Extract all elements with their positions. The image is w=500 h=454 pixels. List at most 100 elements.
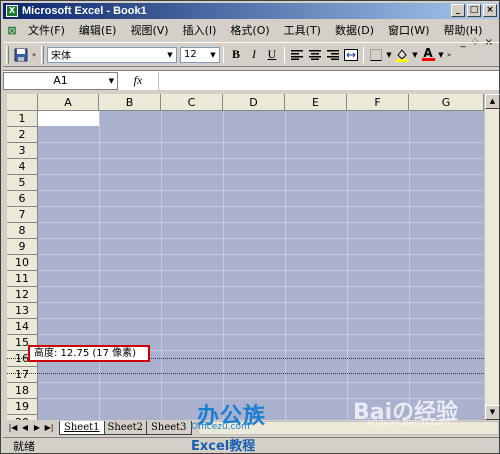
chevron-down-icon[interactable]: ▼ <box>109 77 114 85</box>
menu-format[interactable]: 格式(O) <box>223 22 276 38</box>
window-title: Microsoft Excel - Book1 <box>22 5 147 17</box>
row-header[interactable]: 17 <box>7 367 38 383</box>
row-header[interactable]: 2 <box>7 127 38 143</box>
chevron-down-icon[interactable]: ▼ <box>165 49 175 61</box>
tab-sheet2[interactable]: Sheet2 <box>102 421 149 435</box>
italic-button[interactable]: I <box>245 46 263 64</box>
column-header-g[interactable]: G <box>409 94 484 111</box>
row-header[interactable]: 8 <box>7 223 38 239</box>
gridline <box>38 334 484 335</box>
row-header[interactable]: 7 <box>7 207 38 223</box>
formatting-toolbar: » 宋体 ▼ 12 ▼ B I U ▼ ▼ A ▼ » <box>3 42 499 67</box>
bold-button[interactable]: B <box>227 46 245 64</box>
row-header[interactable]: 10 <box>7 255 38 271</box>
gridline <box>38 174 484 175</box>
formula-bar: A1 ▼ fx <box>3 70 499 90</box>
gridline <box>38 190 484 191</box>
align-left-icon[interactable] <box>288 46 306 64</box>
toolbar-options-icon[interactable]: » <box>30 46 38 64</box>
menu-view[interactable]: 视图(V) <box>123 22 175 38</box>
row-header[interactable]: 13 <box>7 303 38 319</box>
row-height-tooltip: 高度: 12.75 (17 像素) <box>28 345 150 362</box>
gridline <box>38 270 484 271</box>
row-header[interactable]: 9 <box>7 239 38 255</box>
row-header[interactable]: 1 <box>7 111 38 127</box>
formula-input[interactable] <box>158 71 499 90</box>
watermark-site: Officezu.com <box>191 422 250 432</box>
vertical-scrollbar[interactable]: ▲ ▼ <box>484 94 500 420</box>
chevron-down-icon[interactable]: ▼ <box>411 46 419 64</box>
chevron-down-icon[interactable]: ▼ <box>385 46 393 64</box>
row-header[interactable]: 5 <box>7 175 38 191</box>
chevron-down-icon[interactable]: ▼ <box>437 46 445 64</box>
gridline <box>38 158 484 159</box>
align-right-icon[interactable] <box>324 46 342 64</box>
menu-file[interactable]: 文件(F) <box>21 22 72 38</box>
row-header[interactable]: 11 <box>7 271 38 287</box>
underline-button[interactable]: U <box>263 46 281 64</box>
column-header-b[interactable]: B <box>99 94 161 111</box>
menu-edit[interactable]: 编辑(E) <box>72 22 124 38</box>
column-header-d[interactable]: D <box>223 94 285 111</box>
row-resize-guide-bottom <box>7 373 484 374</box>
row-header[interactable]: 3 <box>7 143 38 159</box>
row-header[interactable]: 19 <box>7 399 38 415</box>
watermark-caption: Excel教程 <box>191 439 256 454</box>
column-header-c[interactable]: C <box>161 94 223 111</box>
toolbar-grip[interactable] <box>6 45 9 64</box>
row-header[interactable]: 18 <box>7 383 38 399</box>
last-sheet-icon[interactable]: ▶| <box>43 421 55 435</box>
font-size-value: 12 <box>184 49 197 60</box>
maximize-button[interactable]: □ <box>467 4 481 17</box>
font-size-select[interactable]: 12 ▼ <box>180 46 220 63</box>
active-cell-a1[interactable] <box>38 111 99 126</box>
save-icon[interactable] <box>12 46 30 64</box>
tab-sheet3[interactable]: Sheet3 <box>146 421 192 435</box>
excel-window: X Microsoft Excel - Book1 _ □ × ⊠ 文件(F) … <box>0 0 500 454</box>
chevron-down-icon[interactable]: ▼ <box>208 49 218 61</box>
worksheet-grid[interactable]: A B C D E F G 1 2 3 4 5 6 7 8 9 10 11 12… <box>7 94 484 420</box>
scroll-up-icon[interactable]: ▲ <box>485 94 500 109</box>
scroll-down-icon[interactable]: ▼ <box>485 405 500 420</box>
menu-data[interactable]: 数据(D) <box>328 22 381 38</box>
fill-color-icon[interactable] <box>393 46 411 64</box>
row-header[interactable]: 12 <box>7 287 38 303</box>
menu-insert[interactable]: 插入(I) <box>176 22 224 38</box>
menu-help[interactable]: 帮助(H) <box>437 22 490 38</box>
close-button[interactable]: × <box>483 4 497 17</box>
first-sheet-icon[interactable]: |◀ <box>7 421 19 435</box>
status-text: 就绪 <box>13 439 35 453</box>
font-color-letter: A <box>423 46 433 60</box>
minimize-button[interactable]: _ <box>451 4 465 17</box>
column-header-e[interactable]: E <box>285 94 347 111</box>
tab-sheet1[interactable]: Sheet1 <box>59 421 105 435</box>
font-color-icon[interactable]: A <box>419 46 437 64</box>
column-header-a[interactable]: A <box>38 94 99 111</box>
prev-sheet-icon[interactable]: ◀ <box>19 421 31 435</box>
excel-doc-icon[interactable]: ⊠ <box>3 21 21 39</box>
row-header[interactable]: 4 <box>7 159 38 175</box>
borders-icon[interactable] <box>367 46 385 64</box>
toolbar-separator <box>284 46 285 63</box>
gridline <box>38 206 484 207</box>
toolbar-options-icon[interactable]: » <box>445 46 453 64</box>
menu-tools[interactable]: 工具(T) <box>277 22 328 38</box>
menu-window[interactable]: 窗口(W) <box>381 22 436 38</box>
title-bar: X Microsoft Excel - Book1 _ □ × <box>3 3 499 19</box>
gridline <box>38 382 484 383</box>
row-header[interactable]: 6 <box>7 191 38 207</box>
select-all-corner[interactable] <box>7 94 38 111</box>
font-name-select[interactable]: 宋体 ▼ <box>47 46 177 63</box>
gridline <box>38 302 484 303</box>
gridline <box>38 142 484 143</box>
font-color-swatch <box>421 58 435 61</box>
row-header[interactable]: 14 <box>7 319 38 335</box>
next-sheet-icon[interactable]: ▶ <box>31 421 43 435</box>
column-header-f[interactable]: F <box>347 94 409 111</box>
align-center-icon[interactable] <box>306 46 324 64</box>
gridline <box>38 286 484 287</box>
merge-center-icon[interactable] <box>342 46 360 64</box>
name-box[interactable]: A1 ▼ <box>3 71 118 90</box>
toolbar-grip-2[interactable] <box>41 45 44 64</box>
insert-function-icon[interactable]: fx <box>118 73 158 88</box>
